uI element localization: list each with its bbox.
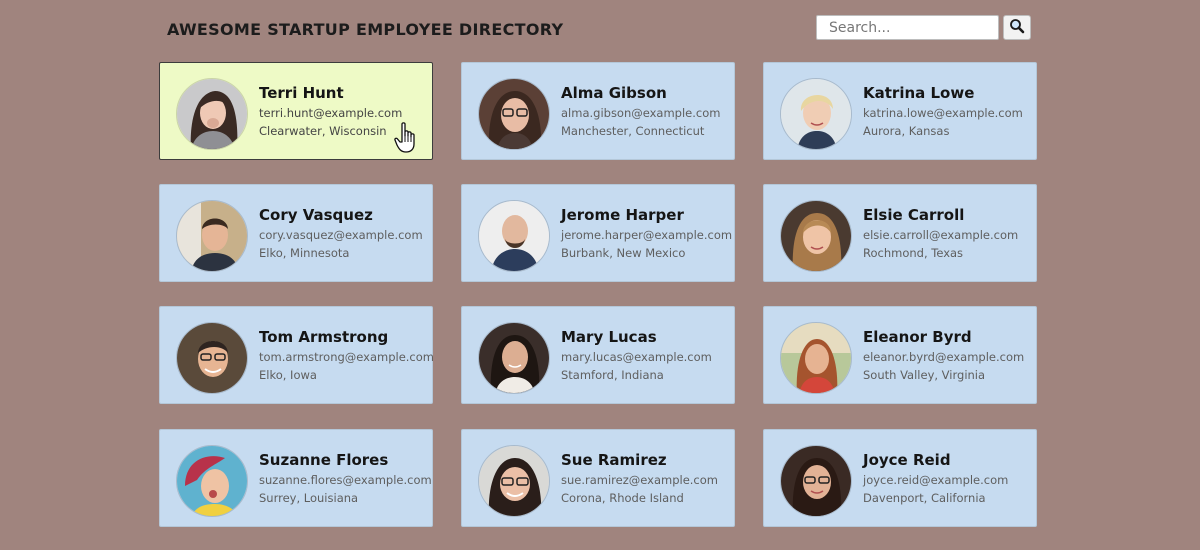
avatar (780, 78, 852, 150)
avatar (478, 322, 550, 394)
employee-email: terri.hunt@example.com (259, 106, 403, 120)
employee-name: Elsie Carroll (863, 206, 965, 224)
employee-email: eleanor.byrd@example.com (863, 350, 1025, 364)
employee-name: Cory Vasquez (259, 206, 373, 224)
avatar (780, 200, 852, 272)
employee-location: Rochmond, Texas (863, 246, 964, 260)
employee-name: Eleanor Byrd (863, 328, 972, 346)
employee-location: Elko, Minnesota (259, 246, 350, 260)
employee-card[interactable]: Jerome Harper jerome.harper@example.com … (461, 184, 735, 282)
employee-name: Katrina Lowe (863, 84, 975, 102)
employee-card[interactable]: Elsie Carroll elsie.carroll@example.com … (763, 184, 1037, 282)
employee-card[interactable]: Suzanne Flores suzanne.flores@example.co… (159, 429, 433, 527)
avatar (176, 322, 248, 394)
employee-location: Manchester, Connecticut (561, 124, 705, 138)
employee-email: sue.ramirez@example.com (561, 473, 718, 487)
employee-location: Stamford, Indiana (561, 368, 664, 382)
avatar (176, 445, 248, 517)
employee-name: Joyce Reid (863, 451, 951, 469)
magnifier-icon (1009, 18, 1025, 37)
employee-card[interactable]: Terri Hunt terri.hunt@example.com Clearw… (159, 62, 433, 160)
search-button[interactable] (1003, 15, 1031, 40)
avatar (478, 200, 550, 272)
employee-email: suzanne.flores@example.com (259, 473, 432, 487)
employee-card[interactable]: Cory Vasquez cory.vasquez@example.com El… (159, 184, 433, 282)
employee-email: tom.armstrong@example.com (259, 350, 434, 364)
employee-email: jerome.harper@example.com (561, 228, 733, 242)
employee-card[interactable]: Mary Lucas mary.lucas@example.com Stamfo… (461, 306, 735, 404)
employee-name: Alma Gibson (561, 84, 667, 102)
avatar (478, 445, 550, 517)
employee-name: Suzanne Flores (259, 451, 389, 469)
employee-location: Clearwater, Wisconsin (259, 124, 387, 138)
employee-location: South Valley, Virginia (863, 368, 986, 382)
employee-email: alma.gibson@example.com (561, 106, 721, 120)
avatar (780, 322, 852, 394)
employee-name: Tom Armstrong (259, 328, 389, 346)
avatar (176, 200, 248, 272)
employee-name: Sue Ramirez (561, 451, 667, 469)
employee-card[interactable]: Katrina Lowe katrina.lowe@example.com Au… (763, 62, 1037, 160)
employee-email: katrina.lowe@example.com (863, 106, 1023, 120)
employee-email: joyce.reid@example.com (863, 473, 1009, 487)
avatar (780, 445, 852, 517)
employee-location: Surrey, Louisiana (259, 491, 359, 505)
employee-name: Mary Lucas (561, 328, 657, 346)
employee-name: Terri Hunt (259, 84, 344, 102)
employee-location: Elko, Iowa (259, 368, 317, 382)
employee-location: Aurora, Kansas (863, 124, 950, 138)
employee-email: elsie.carroll@example.com (863, 228, 1019, 242)
employee-card[interactable]: Alma Gibson alma.gibson@example.com Manc… (461, 62, 735, 160)
directory-page: AWESOME STARTUP EMPLOYEE DIRECTORY Terri… (0, 0, 1200, 550)
employee-card[interactable]: Joyce Reid joyce.reid@example.com Davenp… (763, 429, 1037, 527)
employee-location: Burbank, New Mexico (561, 246, 686, 260)
search-input[interactable] (816, 15, 999, 40)
employee-name: Jerome Harper (561, 206, 684, 224)
page-title: AWESOME STARTUP EMPLOYEE DIRECTORY (167, 20, 564, 39)
employee-email: mary.lucas@example.com (561, 350, 712, 364)
avatar (176, 78, 248, 150)
employee-card[interactable]: Eleanor Byrd eleanor.byrd@example.com So… (763, 306, 1037, 404)
employee-location: Corona, Rhode Island (561, 491, 684, 505)
employee-location: Davenport, California (863, 491, 986, 505)
employee-card[interactable]: Tom Armstrong tom.armstrong@example.com … (159, 306, 434, 404)
avatar (478, 78, 550, 150)
employee-card[interactable]: Sue Ramirez sue.ramirez@example.com Coro… (461, 429, 735, 527)
employee-email: cory.vasquez@example.com (259, 228, 423, 242)
